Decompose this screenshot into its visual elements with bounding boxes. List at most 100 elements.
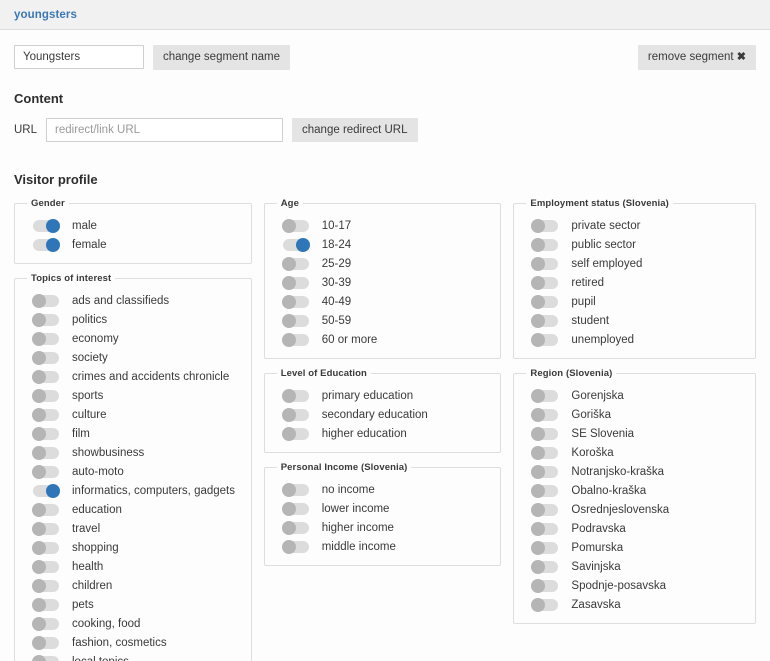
option-row[interactable]: ads and classifieds — [25, 291, 241, 310]
option-row[interactable]: Osrednjeslovenska — [524, 500, 745, 519]
option-row[interactable]: Koroška — [524, 443, 745, 462]
toggle-switch[interactable] — [32, 540, 59, 555]
toggle-switch[interactable] — [531, 559, 559, 574]
option-row[interactable]: higher income — [275, 518, 491, 537]
toggle-switch[interactable] — [281, 313, 309, 328]
toggle-switch[interactable] — [33, 237, 60, 252]
remove-segment-button[interactable]: remove segment ✖ — [637, 45, 756, 70]
option-row[interactable]: Gorenjska — [524, 386, 745, 405]
option-row[interactable]: shopping — [25, 538, 241, 557]
option-row[interactable]: pupil — [524, 292, 745, 311]
toggle-switch[interactable] — [281, 426, 309, 441]
toggle-switch[interactable] — [32, 635, 59, 650]
option-row[interactable]: secondary education — [275, 405, 491, 424]
toggle-switch[interactable] — [281, 332, 309, 347]
option-row[interactable]: 40-49 — [275, 292, 491, 311]
option-row[interactable]: middle income — [275, 537, 491, 556]
toggle-switch[interactable] — [32, 464, 59, 479]
option-row[interactable]: Goriška — [524, 405, 745, 424]
option-row[interactable]: fashion, cosmetics — [25, 633, 241, 652]
option-row[interactable]: self employed — [524, 254, 745, 273]
option-row[interactable]: children — [25, 576, 241, 595]
toggle-switch[interactable] — [32, 369, 59, 384]
toggle-switch[interactable] — [32, 597, 59, 612]
toggle-switch[interactable] — [32, 654, 59, 661]
option-row[interactable]: informatics, computers, gadgets — [25, 481, 241, 500]
toggle-switch[interactable] — [281, 256, 309, 271]
option-row[interactable]: politics — [25, 310, 241, 329]
toggle-switch[interactable] — [32, 331, 59, 346]
option-row[interactable]: 30-39 — [275, 273, 491, 292]
toggle-switch[interactable] — [281, 520, 309, 535]
toggle-switch[interactable] — [531, 407, 559, 422]
option-row[interactable]: showbusiness — [25, 443, 241, 462]
option-row[interactable]: health — [25, 557, 241, 576]
option-row[interactable]: local topics — [25, 652, 241, 661]
option-row[interactable]: retired — [524, 273, 745, 292]
toggle-switch[interactable] — [531, 464, 559, 479]
toggle-switch[interactable] — [531, 294, 559, 309]
option-row[interactable]: public sector — [524, 235, 745, 254]
option-row[interactable]: economy — [25, 329, 241, 348]
toggle-switch[interactable] — [32, 502, 59, 517]
toggle-switch[interactable] — [33, 483, 60, 498]
toggle-switch[interactable] — [282, 237, 310, 252]
toggle-switch[interactable] — [281, 539, 309, 554]
option-row[interactable]: 10-17 — [275, 216, 491, 235]
toggle-switch[interactable] — [531, 521, 559, 536]
toggle-switch[interactable] — [32, 407, 59, 422]
toggle-switch[interactable] — [32, 521, 59, 536]
toggle-switch[interactable] — [32, 388, 59, 403]
toggle-switch[interactable] — [32, 350, 59, 365]
change-segment-name-button[interactable]: change segment name — [153, 45, 290, 70]
option-row[interactable]: pets — [25, 595, 241, 614]
toggle-switch[interactable] — [32, 559, 59, 574]
segment-name-input[interactable] — [14, 45, 144, 70]
option-row[interactable]: private sector — [524, 216, 745, 235]
toggle-switch[interactable] — [281, 275, 309, 290]
toggle-switch[interactable] — [32, 293, 59, 308]
option-row[interactable]: 25-29 — [275, 254, 491, 273]
option-row[interactable]: sports — [25, 386, 241, 405]
option-row[interactable]: lower income — [275, 499, 491, 518]
toggle-switch[interactable] — [531, 540, 559, 555]
change-redirect-url-button[interactable]: change redirect URL — [292, 117, 418, 143]
toggle-switch[interactable] — [281, 388, 309, 403]
toggle-switch[interactable] — [531, 388, 559, 403]
toggle-switch[interactable] — [281, 294, 309, 309]
toggle-switch[interactable] — [33, 218, 60, 233]
toggle-switch[interactable] — [531, 445, 559, 460]
option-row[interactable]: 18-24 — [275, 235, 491, 254]
toggle-switch[interactable] — [531, 578, 559, 593]
toggle-switch[interactable] — [531, 502, 559, 517]
option-row[interactable]: Obalno-kraška — [524, 481, 745, 500]
toggle-switch[interactable] — [281, 482, 309, 497]
option-row[interactable]: no income — [275, 480, 491, 499]
option-row[interactable]: Zasavska — [524, 595, 745, 614]
toggle-switch[interactable] — [281, 407, 309, 422]
toggle-switch[interactable] — [531, 218, 559, 233]
option-row[interactable]: male — [25, 216, 241, 235]
toggle-switch[interactable] — [32, 312, 59, 327]
toggle-switch[interactable] — [531, 597, 559, 612]
option-row[interactable]: SE Slovenia — [524, 424, 745, 443]
toggle-switch[interactable] — [531, 332, 559, 347]
toggle-switch[interactable] — [531, 426, 559, 441]
option-row[interactable]: Notranjsko-kraška — [524, 462, 745, 481]
option-row[interactable]: cooking, food — [25, 614, 241, 633]
option-row[interactable]: primary education — [275, 386, 491, 405]
option-row[interactable]: travel — [25, 519, 241, 538]
option-row[interactable]: auto-moto — [25, 462, 241, 481]
option-row[interactable]: female — [25, 235, 241, 254]
toggle-switch[interactable] — [531, 275, 559, 290]
option-row[interactable]: higher education — [275, 424, 491, 443]
option-row[interactable]: student — [524, 311, 745, 330]
toggle-switch[interactable] — [32, 578, 59, 593]
option-row[interactable]: unemployed — [524, 330, 745, 349]
toggle-switch[interactable] — [32, 616, 59, 631]
option-row[interactable]: 50-59 — [275, 311, 491, 330]
toggle-switch[interactable] — [281, 218, 309, 233]
toggle-switch[interactable] — [531, 237, 559, 252]
option-row[interactable]: film — [25, 424, 241, 443]
toggle-switch[interactable] — [531, 483, 559, 498]
